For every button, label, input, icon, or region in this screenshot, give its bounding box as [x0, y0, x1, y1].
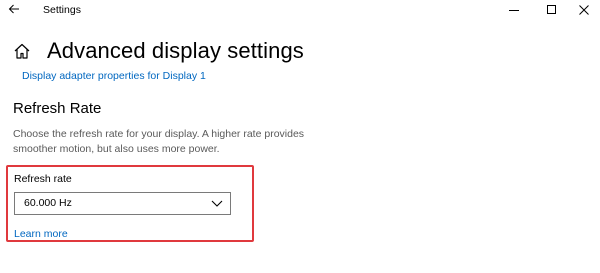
refresh-rate-value: 60.000 Hz: [24, 197, 72, 209]
close-icon: [579, 5, 589, 15]
refresh-rate-label: Refresh rate: [14, 173, 72, 185]
maximize-button[interactable]: [534, 0, 570, 20]
close-button[interactable]: [566, 0, 600, 20]
minimize-icon: [509, 10, 519, 11]
back-arrow-icon: [8, 4, 19, 14]
title-bar: Settings: [0, 0, 600, 20]
section-description: Choose the refresh rate for your display…: [13, 128, 305, 155]
section-heading: Refresh Rate: [13, 100, 102, 117]
settings-window: Settings Advanced display settings Displ…: [0, 0, 600, 273]
learn-more-link[interactable]: Learn more: [14, 228, 68, 240]
refresh-rate-dropdown[interactable]: 60.000 Hz: [14, 192, 231, 215]
chevron-down-icon: [211, 200, 223, 207]
back-button[interactable]: [5, 1, 23, 17]
minimize-button[interactable]: [496, 0, 532, 20]
home-button[interactable]: [13, 42, 31, 60]
display-adapter-properties-link[interactable]: Display adapter properties for Display 1: [22, 70, 206, 82]
app-title: Settings: [43, 4, 81, 16]
page-title: Advanced display settings: [47, 38, 304, 63]
home-icon: [14, 43, 30, 59]
maximize-icon: [547, 5, 556, 14]
